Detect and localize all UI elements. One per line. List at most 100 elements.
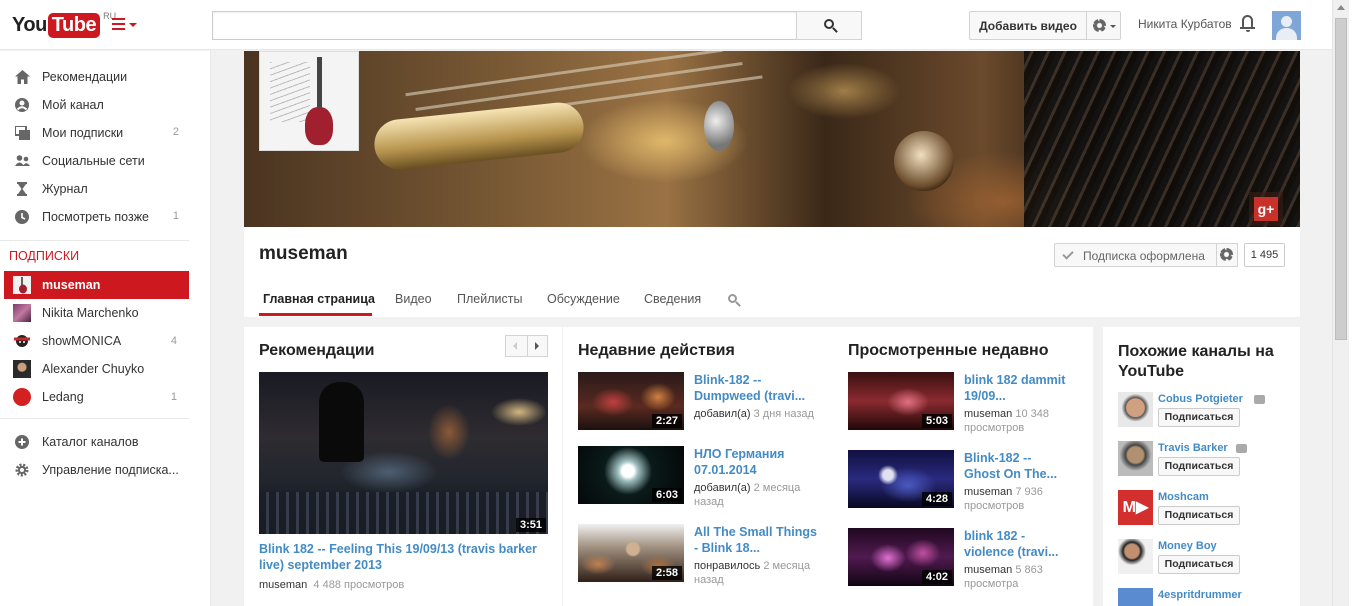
channel-name-link[interactable]: Travis Barker xyxy=(1158,442,1228,454)
video-duration: 4:28 xyxy=(921,492,952,506)
upload-button[interactable]: Добавить видео xyxy=(969,11,1087,40)
google-plus-icon: g+ xyxy=(1254,197,1278,221)
video-thumbnail[interactable]: 6:03 xyxy=(578,446,684,504)
sidebar-item-watch-later[interactable]: Посмотреть позже 1 xyxy=(0,203,189,231)
channel-title[interactable]: museman xyxy=(259,243,348,265)
video-views: 4 488 просмотров xyxy=(313,579,405,591)
video-duration: 5:03 xyxy=(921,414,952,428)
sidebar-sub-alexander-chuyko[interactable]: Alexander Chuyko xyxy=(4,355,189,383)
video-title-link[interactable]: Blink-182 -- Dumpweed (travi... xyxy=(694,372,819,404)
active-tab-indicator xyxy=(259,313,372,316)
home-icon xyxy=(15,70,30,84)
sidebar-sub-label: Ledang xyxy=(42,390,84,404)
moshcam-logo-icon[interactable]: M▶ xyxy=(1118,490,1153,525)
related-channel-item: Money Boy Подписаться xyxy=(1118,539,1298,584)
recommendations-panel: Рекомендации 3:51 Blink 182 -- Feeling T… xyxy=(244,327,562,606)
video-meta: museman 5 863 просмотра xyxy=(964,564,1043,590)
subscription-settings-button[interactable] xyxy=(1216,243,1238,267)
panel-title: Рекомендации xyxy=(259,342,375,359)
sidebar-sub-label: Nikita Marchenko xyxy=(42,306,139,320)
upload-menu-button[interactable] xyxy=(1086,11,1121,40)
subscribe-button[interactable]: Подписаться xyxy=(1158,506,1240,525)
google-plus-link[interactable]: g+ xyxy=(1249,192,1283,226)
avatar[interactable] xyxy=(1272,11,1301,40)
hourglass-icon xyxy=(17,182,27,196)
tab-videos[interactable]: Видео xyxy=(395,292,432,306)
sidebar-item-subscriptions[interactable]: Мои подписки 2 xyxy=(0,119,189,147)
chevron-left-icon[interactable] xyxy=(513,342,517,350)
channel-name-link[interactable]: 4espritdrummer xyxy=(1158,589,1242,601)
video-thumbnail[interactable]: 2:58 xyxy=(578,524,684,582)
plus-icon xyxy=(15,435,29,449)
scrollbar[interactable] xyxy=(1332,0,1349,606)
sidebar-item-history[interactable]: Журнал xyxy=(0,175,189,203)
sidebar-item-manage-subscriptions[interactable]: Управление подписка... xyxy=(0,456,189,484)
sidebar-item-channel-catalog[interactable]: Каталог каналов xyxy=(0,428,189,456)
social-icon xyxy=(15,155,30,166)
subscribe-button[interactable]: Подписаться xyxy=(1158,408,1240,427)
video-thumbnail[interactable]: 4:02 xyxy=(848,528,954,586)
channel-name-link[interactable]: Money Boy xyxy=(1158,540,1217,552)
sidebar-sub-label: Alexander Chuyko xyxy=(42,362,145,376)
tab-about[interactable]: Сведения xyxy=(644,292,701,306)
subscriptions-icon xyxy=(15,126,30,140)
video-duration: 2:58 xyxy=(651,566,682,580)
divider xyxy=(0,240,189,241)
sidebar-item-social[interactable]: Социальные сети xyxy=(0,147,189,175)
channel-avatar[interactable] xyxy=(1118,441,1153,476)
search-input[interactable] xyxy=(212,11,797,40)
youtube-logo[interactable]: You Tube RU xyxy=(12,10,116,40)
video-duration: 6:03 xyxy=(651,488,682,502)
search-button[interactable] xyxy=(796,11,862,40)
sidebar-item-label: Рекомендации xyxy=(42,70,128,84)
video-meta: museman 7 936 просмотров xyxy=(964,486,1043,512)
video-title-link[interactable]: blink 182 - violence (travi... xyxy=(964,528,1069,560)
sidebar-item-label: Управление подписка... xyxy=(42,463,179,477)
search-icon xyxy=(728,294,737,303)
channel-thumb xyxy=(13,332,31,350)
pager xyxy=(505,335,548,357)
subscribe-button[interactable]: Подписаться xyxy=(1158,457,1240,476)
channel-thumb xyxy=(13,276,31,294)
tab-discussion[interactable]: Обсуждение xyxy=(547,292,620,306)
sidebar-sub-showmonica[interactable]: showMONICA 4 xyxy=(4,327,189,355)
tab-playlists[interactable]: Плейлисты xyxy=(457,292,522,306)
video-title-link[interactable]: blink 182 dammit 19/09... xyxy=(964,372,1069,404)
subscribe-button[interactable]: Подписаться xyxy=(1158,555,1240,574)
chevron-up-icon[interactable] xyxy=(1337,5,1345,10)
channel-avatar[interactable] xyxy=(1118,588,1153,606)
video-owner[interactable]: museman xyxy=(259,579,307,591)
channel-thumb xyxy=(13,388,31,406)
video-thumbnail[interactable]: 5:03 xyxy=(848,372,954,430)
channel-avatar[interactable] xyxy=(1118,392,1153,427)
chevron-down-icon xyxy=(1110,25,1116,28)
activity-panel: Недавние действия Просмотренные недавно … xyxy=(563,327,1093,606)
verified-icon xyxy=(1254,395,1265,404)
sidebar-sub-nikita-marchenko[interactable]: Nikita Marchenko xyxy=(4,299,189,327)
video-thumbnail[interactable]: 4:28 xyxy=(848,450,954,508)
notifications-bell-icon[interactable] xyxy=(1240,15,1255,32)
channel-name-link[interactable]: Moshcam xyxy=(1158,491,1209,503)
channel-name-link[interactable]: Cobus Potgieter xyxy=(1158,393,1243,405)
sidebar-item-my-channel[interactable]: Мой канал xyxy=(0,91,189,119)
panel-title: Похожие каналы на YouTube xyxy=(1118,343,1274,380)
sidebar-item-recommended[interactable]: Рекомендации xyxy=(0,63,189,91)
subscribed-button[interactable]: Подписка оформлена xyxy=(1054,243,1217,267)
video-thumbnail[interactable]: 3:51 xyxy=(259,372,548,534)
scrollbar-thumb[interactable] xyxy=(1335,18,1347,340)
guide-menu-button[interactable] xyxy=(112,17,138,33)
chevron-right-icon[interactable] xyxy=(535,342,539,350)
sidebar-sub-label: showMONICA xyxy=(42,334,122,348)
sidebar-sub-ledang[interactable]: Ledang 1 xyxy=(4,383,189,411)
sidebar-sub-museman[interactable]: museman xyxy=(4,271,189,299)
channel-avatar[interactable] xyxy=(259,51,359,151)
video-title-link[interactable]: НЛО Германия 07.01.2014 xyxy=(694,446,819,478)
tab-home[interactable]: Главная страница xyxy=(263,292,375,306)
video-title-link[interactable]: Blink 182 -- Feeling This 19/09/13 (trav… xyxy=(259,541,548,575)
video-title-link[interactable]: Blink-182 -- Ghost On The... xyxy=(964,450,1069,482)
video-title-link[interactable]: All The Small Things - Blink 18... xyxy=(694,524,819,556)
verified-icon xyxy=(1236,444,1247,453)
user-name-link[interactable]: Никита Курбатов xyxy=(1138,17,1232,31)
video-thumbnail[interactable]: 2:27 xyxy=(578,372,684,430)
channel-avatar[interactable] xyxy=(1118,539,1153,574)
